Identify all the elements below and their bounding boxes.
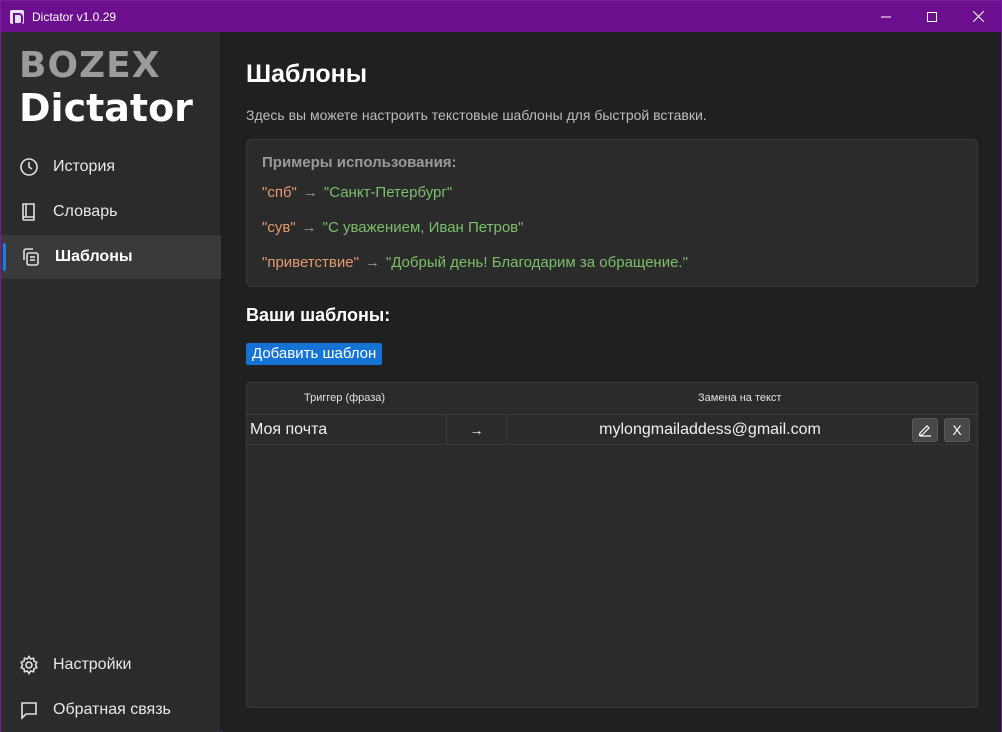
sidebar-item-settings[interactable]: Настройки [1,643,221,687]
arrow-icon: → [302,184,318,201]
section-title: Ваши шаблоны: [246,305,391,325]
example-trigger: "сув" [262,219,296,236]
window-controls [863,1,1001,32]
sidebar-item-history[interactable]: История [1,145,221,189]
minimize-button[interactable] [863,1,909,32]
column-header-trigger[interactable]: Триггер (фраза) [304,392,385,404]
sidebar-item-label: Словарь [53,203,118,220]
maximize-button[interactable] [909,1,955,32]
sidebar-item-label: Шаблоны [55,248,133,265]
maximize-icon [927,11,937,22]
arrow-icon: → [301,219,317,236]
example-row: "спб" → "Санкт-Петербург" [262,184,452,201]
examples-title: Примеры использования: [262,154,457,171]
logo-bozex: BOZEX [19,45,161,86]
app-window: Dictator v1.0.29 BOZEX Dictator История [0,0,1002,732]
edit-button[interactable] [912,418,938,442]
example-value: "Санкт-Петербург" [323,184,453,201]
feedback-icon [19,700,39,720]
example-trigger: "спб" [262,184,297,201]
templates-icon [21,247,41,267]
example-value: "С уважением, Иван Петров" [322,219,524,236]
sidebar-item-label: Обратная связь [53,701,171,718]
sidebar-item-dictionary[interactable]: Словарь [1,190,221,234]
logo: BOZEX Dictator [19,45,209,130]
app-icon [10,9,24,25]
close-icon [972,11,984,22]
sidebar-item-templates[interactable]: Шаблоны [1,235,221,279]
example-value: "Добрый день! Благодарим за обращение." [385,254,688,271]
main-content: Шаблоны Здесь вы можете настроить тексто… [222,32,1001,732]
page-title: Шаблоны [246,60,368,88]
example-row: "сув" → "С уважением, Иван Петров" [262,219,523,236]
close-button[interactable] [955,1,1001,32]
example-trigger: "приветствие" [262,254,359,271]
arrow-icon: → [364,254,380,271]
arrow-cell: → [446,415,507,445]
delete-button[interactable]: X [944,418,970,442]
example-row: "приветствие" → "Добрый день! Благодарим з… [262,254,688,271]
clock-icon [19,157,39,177]
add-template-button[interactable]: Добавить шаблон [246,343,383,365]
sidebar-item-label: Настройки [53,656,132,673]
window-title: Dictator v1.0.29 [32,9,117,24]
templates-table: Триггер (фраза) Замена на текст Моя почт… [246,382,978,708]
column-header-replacement[interactable]: Замена на текст [698,392,781,404]
table-row[interactable]: Моя почта → mylongmailaddess@gmail.com X [247,415,977,445]
minimize-icon [881,16,891,17]
sidebar-item-feedback[interactable]: Обратная связь [1,688,221,732]
table-header: Триггер (фраза) Замена на текст [247,383,977,415]
replacement-cell[interactable]: mylongmailaddess@gmail.com [507,415,913,445]
sidebar: BOZEX Dictator История Словарь Шаблоны Н… [1,32,221,732]
gear-icon [19,655,39,675]
trigger-cell[interactable]: Моя почта [250,415,446,445]
book-icon [19,202,39,222]
sidebar-item-label: История [53,158,116,175]
examples-panel: Примеры использования: "спб" → "Санкт-Пете… [246,139,978,287]
title-bar[interactable]: Dictator v1.0.29 [1,1,1001,32]
pencil-icon [918,425,931,437]
logo-dictator: Dictator [19,86,193,130]
page-subtitle: Здесь вы можете настроить текстовые шабл… [246,107,707,123]
